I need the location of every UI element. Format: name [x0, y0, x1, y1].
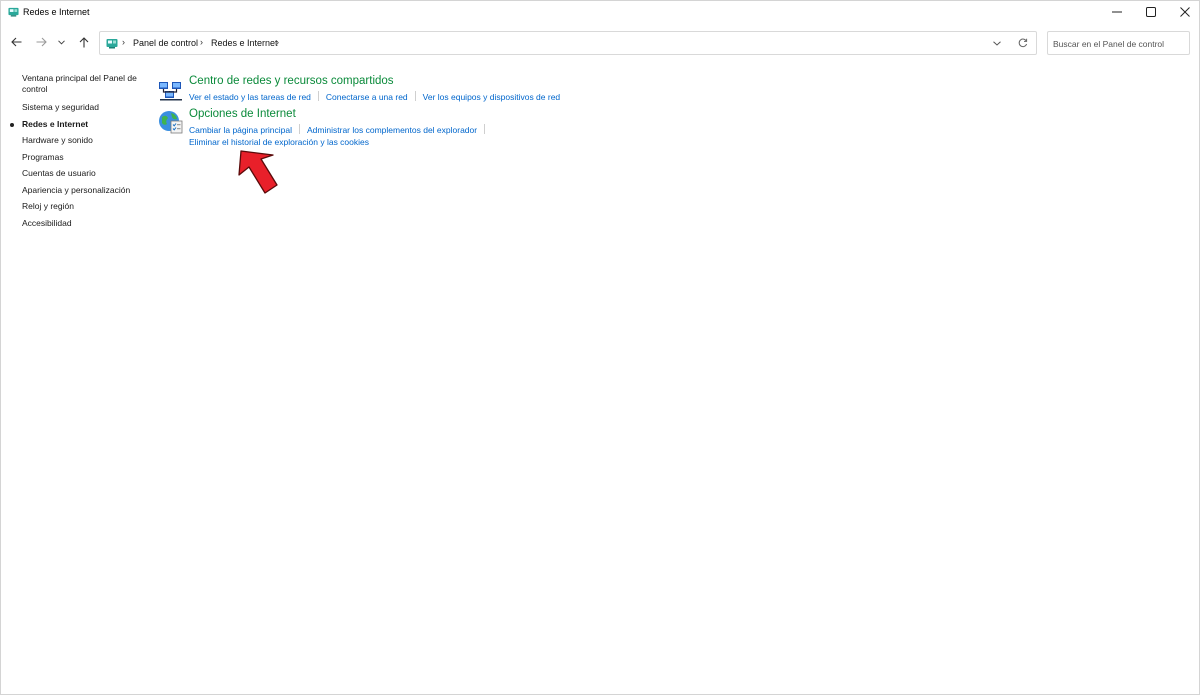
link-manage-addons[interactable]: Administrar los complementos del explora…: [307, 125, 477, 135]
breadcrumb-chevron-icon[interactable]: ›: [276, 37, 279, 47]
sidebar-item-hardware-sonido[interactable]: Hardware y sonido: [22, 135, 147, 146]
annotation-arrow-icon: [238, 150, 278, 194]
link-connect-network[interactable]: Conectarse a una red: [326, 92, 408, 102]
address-bar[interactable]: › Panel de control › Redes e Internet ›: [99, 31, 1037, 55]
maximize-icon: [1146, 7, 1156, 17]
search-input[interactable]: [1053, 37, 1185, 50]
sidebar: Ventana principal del Panel de control S…: [10, 73, 147, 234]
link-network-devices[interactable]: Ver los equipos y dispositivos de red: [423, 92, 561, 102]
breadcrumb-redes-e-internet[interactable]: Redes e Internet: [211, 38, 278, 48]
sidebar-item-redes-internet[interactable]: Redes e Internet: [10, 118, 147, 130]
sidebar-item-reloj-region[interactable]: Reloj y región: [22, 201, 147, 212]
arrow-right-icon: [36, 37, 47, 47]
address-history-button[interactable]: [990, 37, 1004, 49]
close-button[interactable]: [1167, 1, 1200, 23]
link-change-home-page[interactable]: Cambiar la página principal: [189, 125, 292, 135]
breadcrumb-chevron-icon[interactable]: ›: [200, 37, 203, 47]
active-indicator: [10, 122, 14, 127]
up-button[interactable]: [76, 33, 92, 51]
task-links: Cambiar la página principal Administrar l…: [189, 124, 492, 135]
sidebar-item-label: Redes e Internet: [22, 118, 89, 129]
close-icon: [1180, 7, 1190, 17]
refresh-icon: [1018, 38, 1028, 48]
link-divider: [299, 124, 301, 134]
window-title: Redes e Internet: [23, 7, 90, 17]
link-divider: [317, 91, 319, 101]
title-bar: Redes e Internet: [1, 1, 1199, 25]
refresh-button[interactable]: [1016, 37, 1030, 49]
search-box[interactable]: [1047, 31, 1190, 55]
arrow-left-icon: [10, 37, 21, 47]
breadcrumb-chevron-icon[interactable]: ›: [122, 37, 125, 47]
chevron-down-icon: [57, 39, 65, 45]
link-network-status[interactable]: Ver el estado y las tareas de red: [189, 92, 311, 102]
recent-locations-button[interactable]: [55, 33, 67, 51]
minimize-icon: [1112, 11, 1122, 13]
sidebar-item-programas[interactable]: Programas: [22, 152, 147, 163]
network-sharing-icon: [159, 82, 182, 101]
forward-button[interactable]: [33, 33, 49, 51]
link-divider: [484, 124, 486, 134]
sidebar-item-accesibilidad[interactable]: Accesibilidad: [22, 218, 147, 229]
minimize-button[interactable]: [1099, 1, 1135, 23]
category-title-internet-options[interactable]: Opciones de Internet: [189, 108, 296, 120]
breadcrumb-panel-de-control[interactable]: Panel de control: [133, 38, 198, 48]
link-divider: [414, 91, 416, 101]
sidebar-item-apariencia[interactable]: Apariencia y personalización: [22, 185, 147, 196]
task-links: Ver el estado y las tareas de red Conecta…: [189, 91, 560, 102]
sidebar-item-home[interactable]: Ventana principal del Panel de control: [22, 73, 147, 95]
category-title-network-sharing[interactable]: Centro de redes y recursos compartidos: [189, 75, 394, 87]
back-button[interactable]: [8, 33, 24, 51]
chevron-down-icon: [993, 40, 1001, 46]
sidebar-item-cuentas-usuario[interactable]: Cuentas de usuario: [22, 168, 147, 179]
navigation-bar: › Panel de control › Redes e Internet ›: [1, 29, 1199, 57]
maximize-button[interactable]: [1133, 1, 1169, 23]
control-panel-window: Redes e Internet › Panel de control › Re…: [0, 0, 1200, 695]
control-panel-icon: [8, 7, 19, 17]
control-panel-icon: [106, 39, 118, 49]
arrow-up-icon: [79, 36, 89, 47]
sidebar-item-sistema-seguridad[interactable]: Sistema y seguridad: [22, 102, 147, 113]
internet-options-icon: [159, 111, 183, 134]
